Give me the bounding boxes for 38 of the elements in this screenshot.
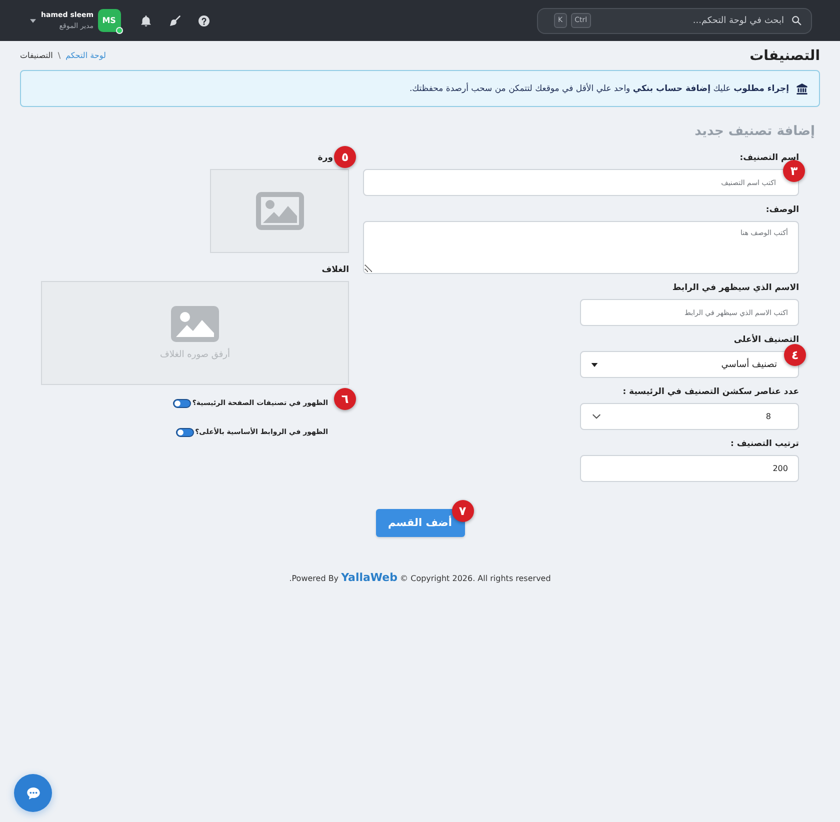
caret-down-icon[interactable] <box>30 18 36 22</box>
chevron-down-icon <box>592 414 601 419</box>
field-label: الغلاف <box>322 264 349 276</box>
broom-icon[interactable] <box>168 14 181 26</box>
field-label: ورة <box>318 152 333 164</box>
breadcrumb-separator: \ <box>58 51 61 60</box>
field-label: ترتيب التصنيف : <box>730 438 799 450</box>
step-number-marker: ٤ <box>784 344 806 366</box>
chat-button[interactable] <box>14 774 52 812</box>
step-number-marker: ٥ <box>334 146 356 168</box>
field-label: عدد عناصر سكشن التصنيف في الرئيسية : <box>622 386 799 398</box>
dropdown-select[interactable]: 8 <box>580 403 799 430</box>
step-number-marker: ٦ <box>334 388 356 410</box>
alert-text: إجراء مطلوب عليك إضافة حساب بنكي واحد علي الأقل في موقعك لتتمكن من سحب أرصدة محفظتك. <box>409 84 789 94</box>
field-label: التصنيف الأعلى <box>732 334 799 346</box>
bank-icon <box>796 82 808 94</box>
bell-icon[interactable] <box>140 14 152 26</box>
caret-down-icon <box>591 362 598 366</box>
input-field[interactable]: 200 <box>580 455 799 482</box>
chat-bubble-icon <box>24 784 42 802</box>
help-icon[interactable] <box>198 14 210 26</box>
field-label: الاسم الذي سيظهر في الرابط <box>671 282 799 294</box>
footer-text: .Powered By YallaWeb © Copyright 2026. All rights reserved <box>289 571 551 586</box>
field-label: الوصف: <box>764 204 799 216</box>
toggle-switch[interactable] <box>176 428 194 436</box>
upload-hint: أرفق صوره الغلاف <box>160 350 230 360</box>
step-number-marker: ٣ <box>783 160 805 182</box>
image-upload-area[interactable]: أرفق صوره الغلاف <box>41 281 349 385</box>
page-title: التصنيفات <box>750 48 820 64</box>
toggle-switch[interactable] <box>173 398 192 408</box>
breadcrumb-link[interactable]: لوحة التحكم <box>66 51 106 60</box>
form-heading: إضافة تصنيف جديد <box>694 124 815 140</box>
image-icon <box>171 306 219 342</box>
image-icon <box>256 192 304 230</box>
search-icon <box>791 15 802 26</box>
breadcrumb-current: التصنيفات <box>20 51 53 60</box>
user-avatar[interactable]: MS <box>98 9 121 32</box>
step-number-marker: ٧ <box>452 500 474 522</box>
